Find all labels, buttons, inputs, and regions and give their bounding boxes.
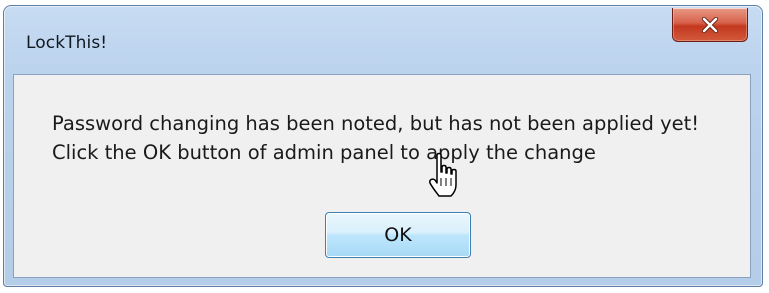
ok-button-label: OK (384, 224, 412, 246)
message-text: Password changing has been noted, but ha… (52, 109, 699, 167)
close-icon (701, 16, 719, 33)
message-box-window: LockThis! Password changing has been not… (3, 5, 763, 287)
close-button[interactable] (672, 8, 748, 42)
ok-button[interactable]: OK (325, 212, 471, 258)
message-line-1: Password changing has been noted, but ha… (52, 112, 700, 135)
dialog-content: Password changing has been noted, but ha… (13, 74, 751, 278)
window-title: LockThis! (26, 33, 108, 53)
title-bar[interactable]: LockThis! (4, 6, 762, 74)
message-line-2: Click the OK button of admin panel to ap… (52, 141, 596, 164)
screenshot-canvas: LockThis! Password changing has been not… (0, 0, 769, 293)
